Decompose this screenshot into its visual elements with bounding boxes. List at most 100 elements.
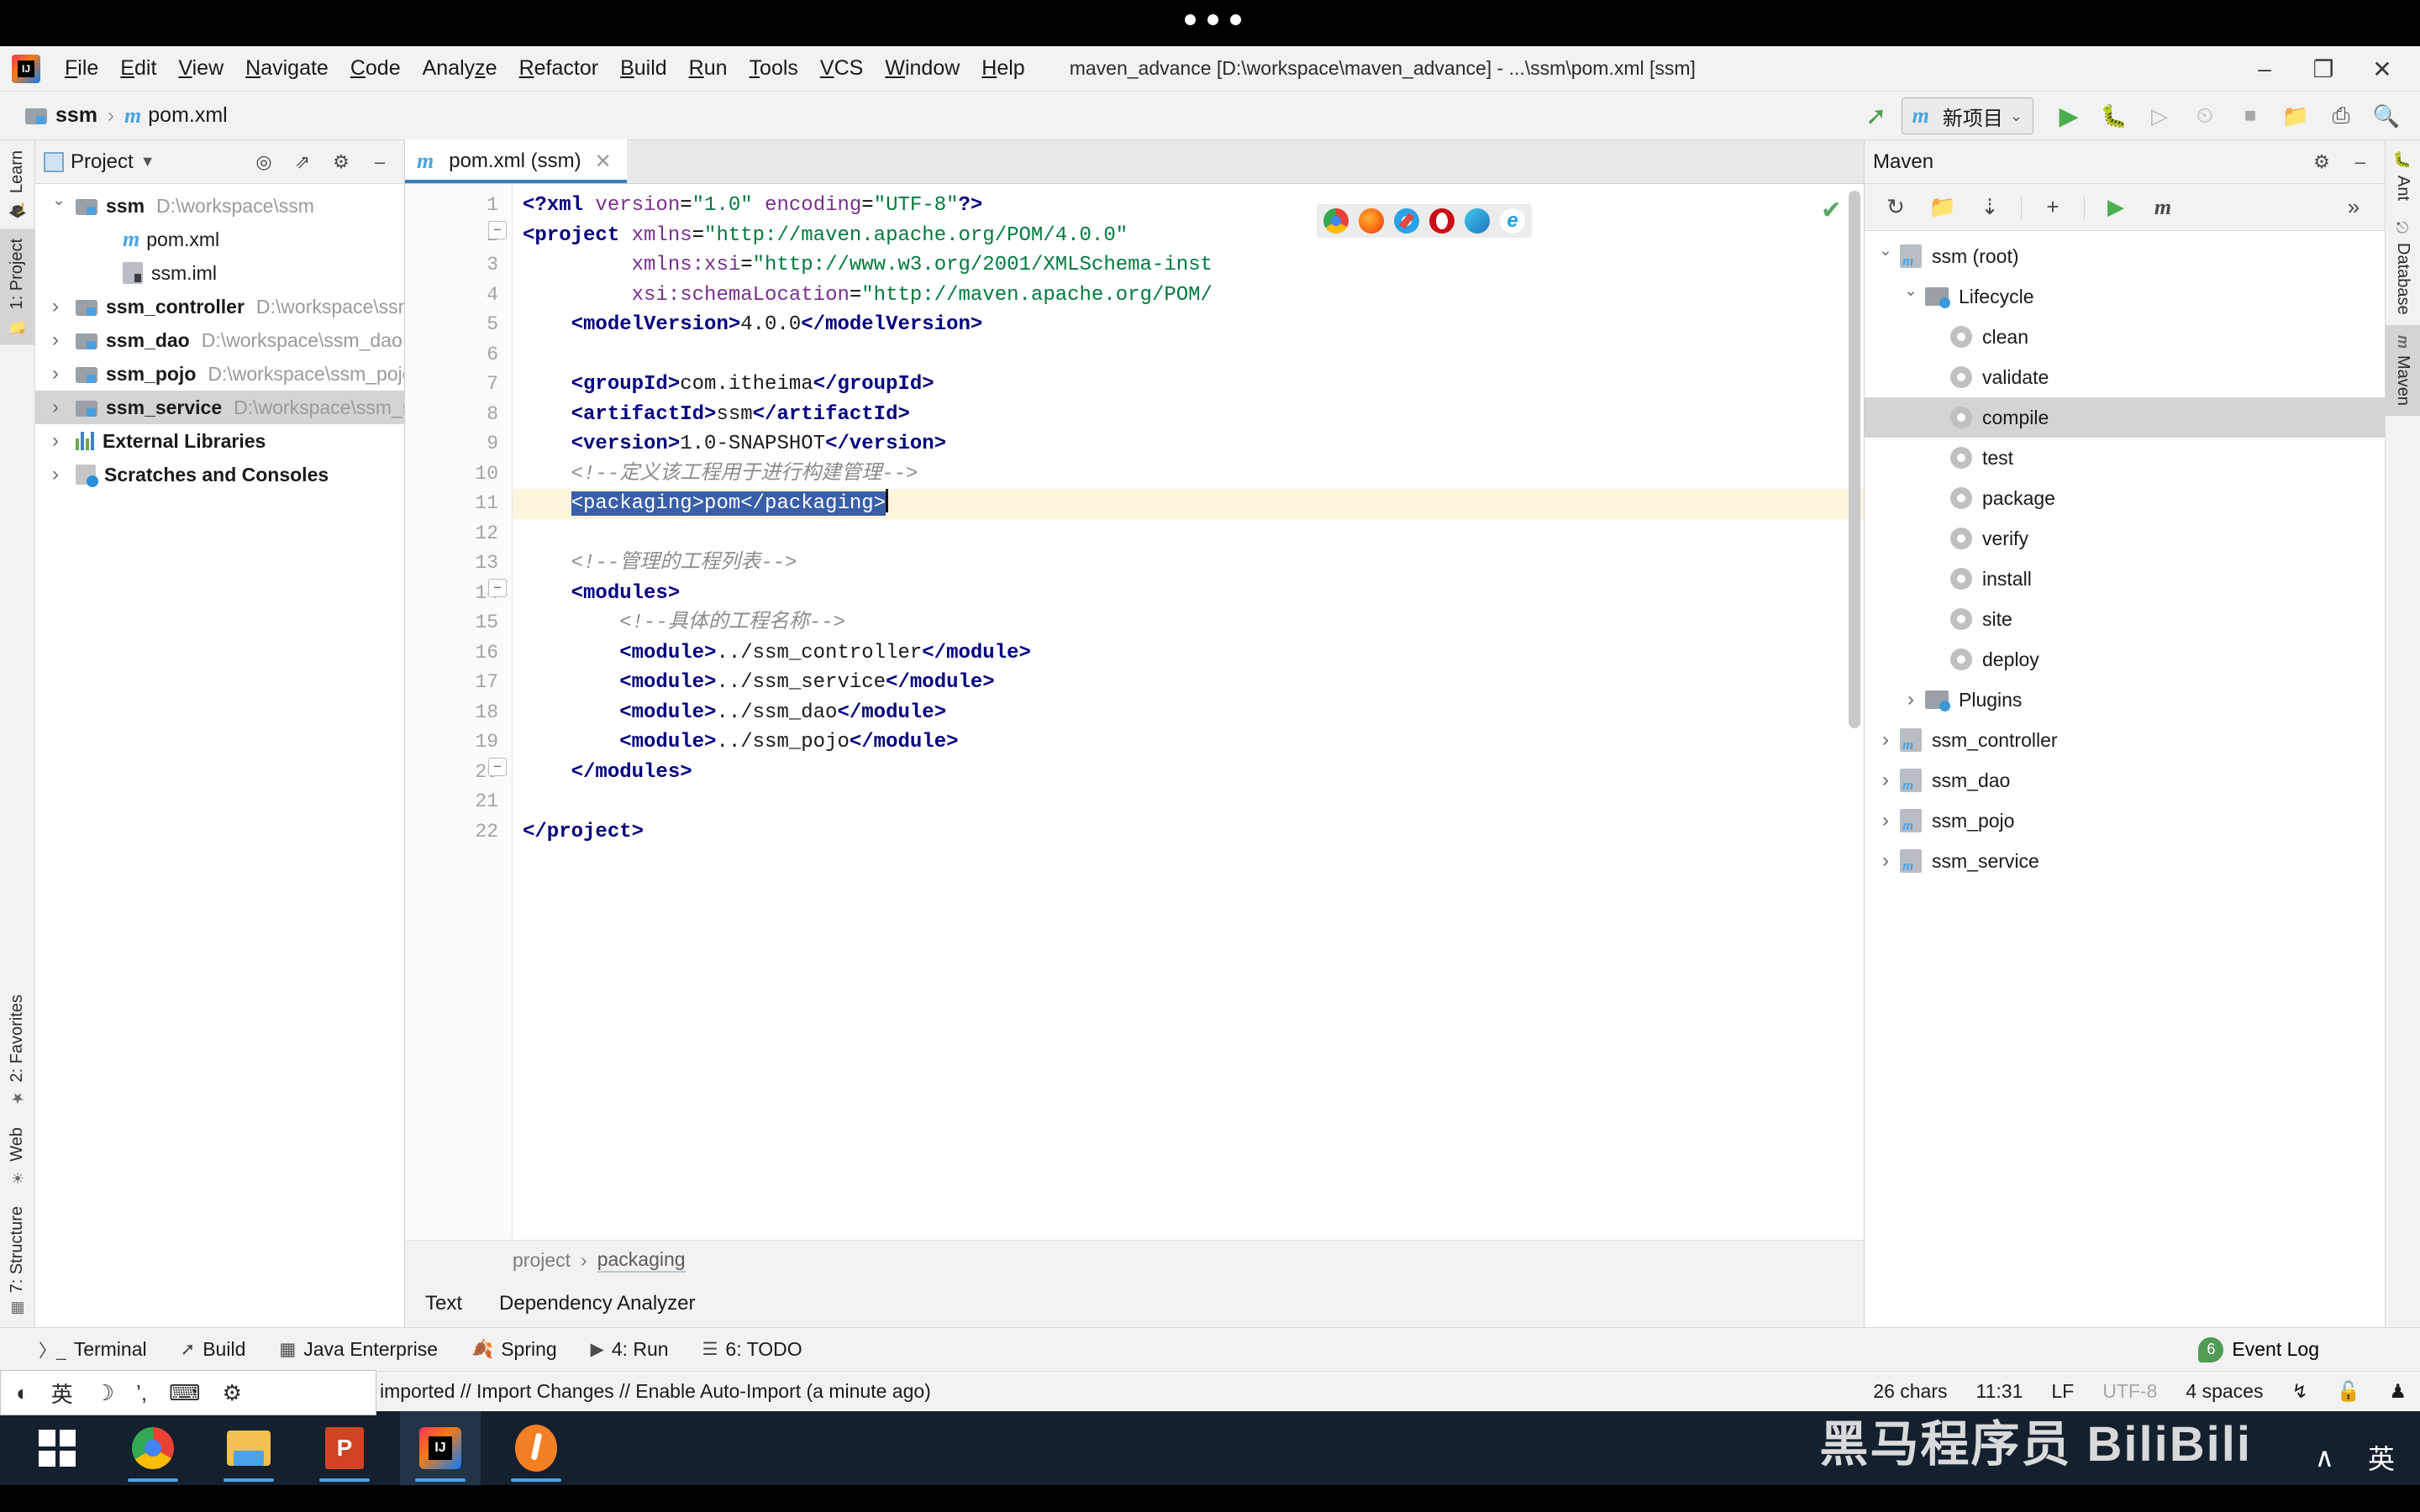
bottom-tab-java-enterprise[interactable]: ▦ Java Enterprise [279, 1338, 438, 1361]
lock-icon[interactable]: 🔓 [2337, 1380, 2361, 1403]
tree-item-ssm-iml[interactable]: ssm.iml [35, 256, 404, 290]
sidebar-item-web[interactable]: ☀ Web [0, 1117, 34, 1196]
start-button[interactable] [17, 1411, 97, 1485]
code-line-12[interactable] [513, 519, 1864, 549]
code-line-10[interactable]: <!--定义该工程用于进行构建管理--> [513, 459, 1864, 490]
safari-icon[interactable] [1394, 208, 1419, 234]
build-hammer-icon[interactable]: ➚ [1856, 96, 1897, 136]
taskbar-powerpoint[interactable]: P [304, 1411, 385, 1485]
taskbar-chrome[interactable] [113, 1411, 193, 1485]
chevron-right-icon[interactable] [52, 295, 76, 318]
hide-panel-icon[interactable]: – [364, 146, 396, 178]
close-icon[interactable]: ✕ [595, 150, 612, 174]
code-line-17[interactable]: <module>../ssm_service</module> [513, 668, 1864, 698]
fold-marker-project-end[interactable]: − [488, 757, 507, 776]
run-button[interactable]: ▶ [2049, 96, 2089, 136]
code-text[interactable]: <?xml version="1.0" encoding="UTF-8"?> <p… [513, 184, 1864, 1240]
more-icon[interactable]: » [2338, 192, 2370, 223]
chevron-down-icon[interactable] [1871, 247, 1900, 266]
bottom-tab-todo[interactable]: ☰ 6: TODO [702, 1338, 802, 1361]
menu-refactor[interactable]: Refactor [508, 53, 610, 84]
maximize-button[interactable]: ❐ [2294, 46, 2353, 92]
gear-icon[interactable]: ⚙ [223, 1380, 242, 1406]
reload-icon[interactable]: ↻ [1880, 192, 1912, 223]
ie-icon[interactable]: e [1500, 208, 1525, 234]
chevron-right-icon[interactable] [52, 328, 76, 352]
chevron-right-icon[interactable] [1871, 849, 1900, 873]
code-line-16[interactable]: <module>../ssm_controller</module> [513, 638, 1864, 669]
menu-navigate[interactable]: Navigate [234, 53, 339, 84]
chevron-right-icon[interactable] [52, 362, 76, 386]
opera-icon[interactable] [1429, 208, 1455, 234]
run-with-coverage-button[interactable]: ▷ [2139, 96, 2180, 136]
run-icon[interactable]: ▶ [2100, 192, 2132, 223]
hat-icon[interactable]: ♟ [2389, 1380, 2407, 1403]
profile-button[interactable]: ⏲ [2185, 96, 2225, 136]
chevron-right-icon[interactable] [52, 396, 76, 419]
menu-tools[interactable]: Tools [739, 53, 809, 84]
firefox-icon[interactable] [1359, 208, 1384, 234]
maven-item-lifecycle[interactable]: Lifecycle [1865, 276, 2385, 317]
ime-halfwidth-icon[interactable]: ☽ [95, 1380, 114, 1406]
breadcrumb-file[interactable]: m pom.xml [124, 103, 228, 129]
sidebar-item-maven[interactable]: m Maven [2386, 324, 2420, 416]
chevron-down-icon[interactable] [52, 197, 76, 216]
code-line-11[interactable]: <packaging>pom</packaging> [513, 489, 1864, 519]
ime-toolbar[interactable]: ◐ 英 ☽ ’, ⌨ ⚙ [0, 1370, 376, 1415]
project-structure-icon[interactable]: 📁 [2275, 96, 2316, 136]
maven-item-compile[interactable]: compile [1865, 397, 2385, 438]
editor-tab-pom-xml[interactable]: m pom.xml (ssm) ✕ [405, 139, 627, 183]
code-line-7[interactable]: <groupId>com.itheima</groupId> [513, 370, 1864, 400]
ime-punctuation-icon[interactable]: ’, [136, 1380, 147, 1406]
sidebar-item-database[interactable]: ⎋ Database [2386, 211, 2420, 325]
menu-vcs[interactable]: VCS [809, 53, 874, 84]
code-line-13[interactable]: <!--管理的工程列表--> [513, 549, 1864, 579]
maven-item-ssm-controller[interactable]: ssm_controller [1865, 720, 2385, 760]
sidebar-item-structure[interactable]: ▦ 7: Structure [0, 1196, 34, 1327]
menu-edit[interactable]: Edit [109, 53, 167, 84]
tray-expand-icon[interactable]: ∧ [2315, 1441, 2334, 1473]
gear-icon[interactable]: ⚙ [2306, 146, 2338, 178]
tree-item-ssm[interactable]: ssm D:\workspace\ssm [35, 189, 404, 223]
code-line-15[interactable]: <!--具体的工程名称--> [513, 608, 1864, 638]
fold-marker-modules[interactable]: − [488, 578, 507, 597]
code-line-21[interactable] [513, 787, 1864, 817]
open-window-icon[interactable]: ⎙ [2321, 96, 2361, 136]
chevron-right-icon[interactable] [52, 429, 76, 453]
code-line-20[interactable]: </modules> [513, 758, 1864, 788]
menu-view[interactable]: View [167, 53, 234, 84]
bottom-tab-build[interactable]: ➚ Build [181, 1338, 246, 1361]
editor-scrollbar[interactable] [1849, 191, 1860, 728]
event-log-button[interactable]: 6 Event Log [2198, 1336, 2319, 1362]
tree-item-pom-xml[interactable]: m pom.xml [35, 223, 404, 256]
chevron-right-icon[interactable] [1897, 688, 1925, 711]
chrome-icon[interactable] [1323, 208, 1349, 234]
menu-help[interactable]: Help [971, 53, 1035, 84]
indent-setting[interactable]: 4 spaces [2186, 1380, 2263, 1403]
chevron-down-icon[interactable]: ▼ [140, 153, 155, 171]
code-line-1[interactable]: <?xml version="1.0" encoding="UTF-8"?> [513, 191, 1864, 221]
sidebar-item-favorites[interactable]: ★ 2: Favorites [0, 984, 34, 1116]
caret-position[interactable]: 11:31 [1976, 1380, 2023, 1403]
maven-item-install[interactable]: install [1865, 559, 2385, 599]
menu-run[interactable]: Run [678, 53, 739, 84]
chevron-down-icon[interactable] [1897, 287, 1925, 307]
tree-item-ssm-pojo[interactable]: ssm_pojo D:\workspace\ssm_pojo [35, 357, 404, 391]
maven-item-ssm-service[interactable]: ssm_service [1865, 841, 2385, 881]
tree-item-ssm-dao[interactable]: ssm_dao D:\workspace\ssm_dao [35, 323, 404, 357]
close-button[interactable]: ✕ [2353, 46, 2412, 92]
chevron-right-icon[interactable] [52, 463, 76, 486]
menu-build[interactable]: Build [609, 53, 678, 84]
tab-dependency-analyzer[interactable]: Dependency Analyzer [499, 1292, 695, 1315]
tray-ime-icon[interactable]: 英 [2368, 1438, 2395, 1477]
code-line-18[interactable]: <module>../ssm_dao</module> [513, 698, 1864, 728]
file-encoding[interactable]: UTF-8 [2102, 1380, 2157, 1403]
execute-maven-goal-icon[interactable]: m [2147, 192, 2179, 223]
fold-marker-project[interactable]: − [488, 220, 507, 239]
maven-item-package[interactable]: package [1865, 478, 2385, 518]
maven-item-plugins[interactable]: Plugins [1865, 680, 2385, 720]
menu-file[interactable]: File [54, 53, 109, 84]
taskbar-intellij-idea[interactable] [400, 1411, 481, 1485]
code-line-3[interactable]: xmlns:xsi="http://www.w3.org/2001/XMLSch… [513, 250, 1864, 281]
line-separator[interactable]: LF [2051, 1380, 2074, 1403]
